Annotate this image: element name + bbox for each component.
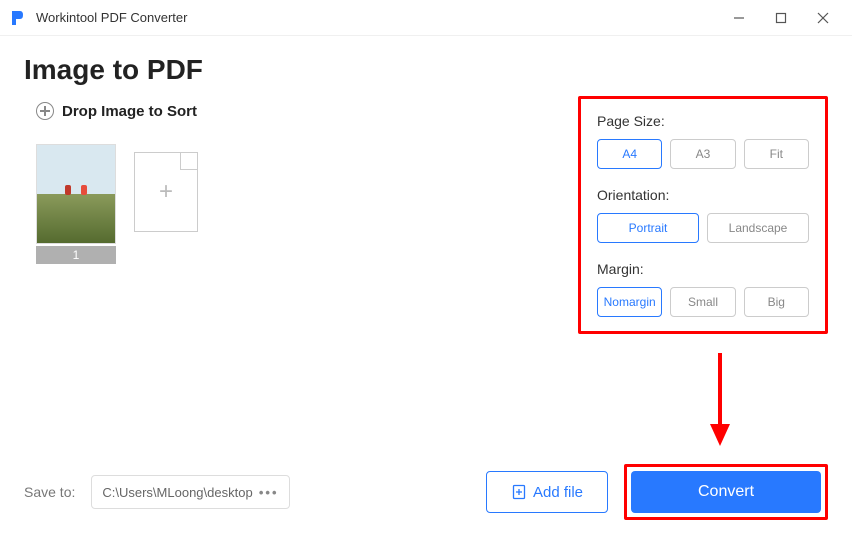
browse-button[interactable]: ••• [253,479,285,505]
margin-small[interactable]: Small [670,287,735,317]
footer-bar: Save to: C:\Users\MLoong\desktop ••• Add… [0,464,852,520]
close-button[interactable] [802,2,844,34]
app-logo-icon [8,8,28,28]
save-to-label: Save to: [24,484,75,500]
drop-header: Drop Image to Sort [24,96,558,126]
window-controls [718,2,844,34]
margin-label: Margin: [597,261,809,277]
thumbnail-preview [36,144,116,244]
image-drop-panel: Drop Image to Sort 1 + [24,96,558,456]
settings-panel: Page Size: A4 A3 Fit Orientation: Portra… [578,96,828,334]
image-thumbnail[interactable]: 1 [36,144,116,264]
page-size-label: Page Size: [597,113,809,129]
page-size-a3[interactable]: A3 [670,139,735,169]
add-file-label: Add file [533,484,583,501]
orientation-landscape[interactable]: Landscape [707,213,809,243]
add-image-tile[interactable]: + [134,152,198,232]
drop-label: Drop Image to Sort [62,103,197,120]
save-path-field[interactable]: C:\Users\MLoong\desktop ••• [91,475,289,509]
orientation-portrait[interactable]: Portrait [597,213,699,243]
thumbnail-list: 1 + [24,126,558,282]
titlebar: Workintool PDF Converter [0,0,852,36]
margin-none[interactable]: Nomargin [597,287,662,317]
sort-icon [36,102,54,120]
convert-highlight: Convert [624,464,828,520]
save-path-text: C:\Users\MLoong\desktop [102,485,252,500]
convert-button[interactable]: Convert [631,471,821,513]
add-file-icon [511,484,527,500]
plus-icon: + [159,178,173,206]
thumbnail-index: 1 [36,246,116,264]
page-title: Image to PDF [0,36,852,96]
minimize-button[interactable] [718,2,760,34]
maximize-button[interactable] [760,2,802,34]
add-file-button[interactable]: Add file [486,471,608,513]
orientation-label: Orientation: [597,187,809,203]
page-size-a4[interactable]: A4 [597,139,662,169]
app-title: Workintool PDF Converter [36,10,718,25]
page-size-fit[interactable]: Fit [744,139,809,169]
margin-big[interactable]: Big [744,287,809,317]
